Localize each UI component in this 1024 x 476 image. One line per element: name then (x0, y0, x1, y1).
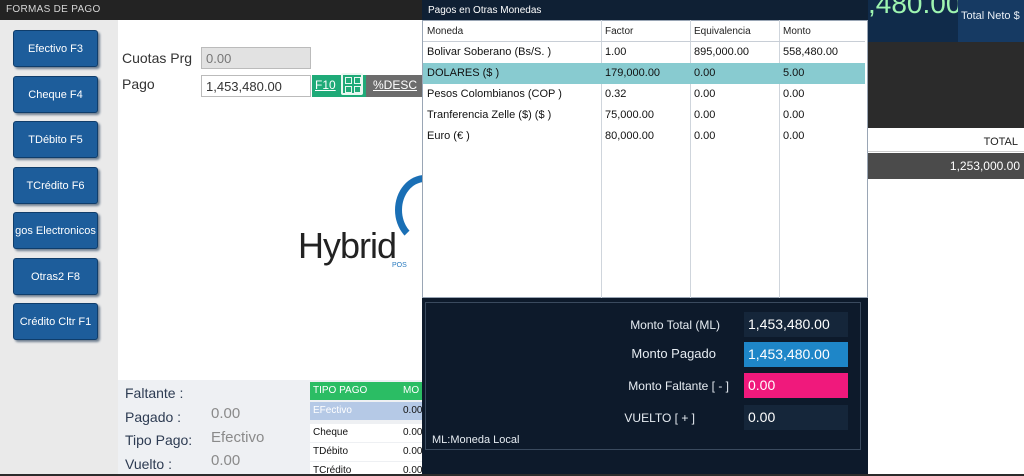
tipo-pago-label: Tipo Pago: (125, 432, 193, 448)
payment-type-sidebar: Efectivo F3 Cheque F4 TDébito F5 TCrédit… (0, 20, 118, 474)
tipo-pago-name: TCrédito (313, 465, 352, 476)
tipo-pago-value: Efectivo (211, 429, 265, 446)
currency-row[interactable]: Tranferencia Zelle ($) ($ ) 75,000.00 0.… (423, 105, 865, 126)
tipo-pago-name: Cheque (313, 427, 349, 438)
monto-column-header: MO (403, 385, 420, 396)
currency-row[interactable]: Pesos Colombianos (COP ) 0.32 0.00 0.00 (423, 84, 865, 105)
currency-name: Tranferencia Zelle ($) ($ ) (427, 109, 552, 121)
tcredito-button[interactable]: TCrédito F6 (13, 167, 98, 204)
currency-name: Euro (€ ) (427, 130, 470, 142)
currency-factor: 80,000.00 (605, 130, 654, 142)
currency-row[interactable]: Bolivar Soberano (Bs/S. ) 1.00 895,000.0… (423, 42, 865, 63)
faltante-label: Faltante : (125, 385, 184, 401)
pago-field[interactable]: 1,453,480.00 (201, 75, 311, 97)
tipo-pago-row[interactable]: TCrédito 0.00 (310, 462, 423, 476)
pagos-electronicos-button[interactable]: gos Electronicos (13, 212, 98, 249)
monto-pagado-label: Monto Pagado (631, 346, 716, 361)
monto-total-value: 1,453,480.00 (744, 312, 848, 337)
currency-factor: 179,000.00 (605, 67, 661, 79)
monto-pagado-value: 1,453,480.00 (744, 342, 848, 367)
currency-name: Bolivar Soberano (Bs/S. ) (427, 46, 552, 58)
moneda-column-header: Moneda (427, 26, 464, 37)
background-panel (868, 128, 1024, 474)
cuotas-field[interactable]: 0.00 (201, 47, 311, 69)
hybrid-logo: Hybrid (298, 225, 397, 266)
currency-equivalencia: 0.00 (694, 130, 716, 142)
currency-factor: 0.32 (605, 88, 627, 100)
pagado-value: 0.00 (211, 405, 241, 422)
equivalencia-column-header: Equivalencia (694, 26, 751, 37)
credito-cliente-button[interactable]: Crédito Cltr F1 (13, 303, 98, 340)
cuotas-label: Cuotas Prg (122, 50, 193, 66)
tipo-pago-row[interactable]: TDébito 0.00 (310, 443, 422, 461)
moneda-local-note: ML:Moneda Local (432, 434, 520, 446)
background-total-header: TOTAL (868, 136, 1024, 152)
tipo-pago-row[interactable]: Cheque 0.00 (310, 424, 422, 442)
monto-faltante-label: Monto Faltante [ - ] (628, 379, 729, 393)
tipo-pago-amount: 0.00 (403, 405, 423, 416)
currency-monto: 0.00 (783, 88, 805, 100)
pago-label: Pago (122, 76, 155, 92)
currency-factor: 75,000.00 (605, 109, 654, 121)
currency-equivalencia: 895,000.00 (694, 46, 750, 58)
factor-column-header: Factor (605, 26, 634, 37)
currency-name: Pesos Colombianos (COP ) (427, 88, 562, 100)
f10-label: F10 (315, 78, 336, 92)
monto-column-header: Monto (783, 26, 811, 37)
currency-monto: 0.00 (783, 109, 805, 121)
tipo-pago-column-header: TIPO PAGO (313, 385, 368, 396)
currency-monto: 0.00 (783, 130, 805, 142)
vuelto-value: 0.00 (211, 452, 241, 469)
currency-name: DOLARES ($ ) (427, 67, 500, 79)
monto-faltante-value: 0.00 (744, 373, 848, 398)
currency-row-selected[interactable]: DOLARES ($ ) 179,000.00 0.00 5.00 (423, 63, 865, 84)
otras-monedas-title: Pagos en Otras Monedas (422, 0, 868, 20)
tipo-pago-amount: 0.00 (403, 465, 423, 476)
vuelto-summary-label: VUELTO [ + ] (624, 411, 695, 425)
vuelto-summary-value: 0.00 (744, 405, 848, 430)
currency-equivalencia: 0.00 (694, 88, 716, 100)
currency-equivalencia: 0.00 (694, 109, 716, 121)
currency-equivalencia: 0.00 (694, 67, 716, 79)
background-total-row[interactable]: 1,253,000.00 (868, 153, 1024, 179)
calculator-icon[interactable] (341, 73, 363, 95)
monto-total-label: Monto Total (ML) (630, 318, 720, 332)
tipo-pago-name: EFectivo (313, 405, 352, 416)
tipo-pago-name: TDébito (313, 446, 349, 457)
discount-button[interactable]: %DESC (366, 75, 422, 97)
tdebito-button[interactable]: TDébito F5 (13, 121, 98, 158)
vuelto-label: Vuelto : (125, 456, 172, 472)
payment-main-area (118, 20, 422, 380)
formas-pago-title: FORMAS DE PAGO (0, 0, 422, 20)
pagado-label: Pagado : (125, 409, 182, 425)
background-total-neto-label: Total Neto $ (958, 0, 1024, 42)
currency-monto: 5.00 (783, 67, 805, 79)
currency-row[interactable]: Euro (€ ) 80,000.00 0.00 0.00 (423, 126, 865, 147)
cheque-button[interactable]: Cheque F4 (13, 76, 98, 113)
tipo-pago-amount: 0.00 (403, 446, 423, 457)
otras2-button[interactable]: Otras2 F8 (13, 258, 98, 295)
hybrid-logo-sub: POS (392, 262, 407, 269)
tipo-pago-amount: 0.00 (403, 427, 423, 438)
currency-factor: 1.00 (605, 46, 627, 58)
tipo-pago-row[interactable]: EFectivo 0.00 (310, 402, 422, 420)
background-total-amount: ,480.00 (868, 0, 962, 19)
efectivo-button[interactable]: Efectivo F3 (13, 30, 98, 67)
currency-monto: 558,480.00 (783, 46, 839, 58)
